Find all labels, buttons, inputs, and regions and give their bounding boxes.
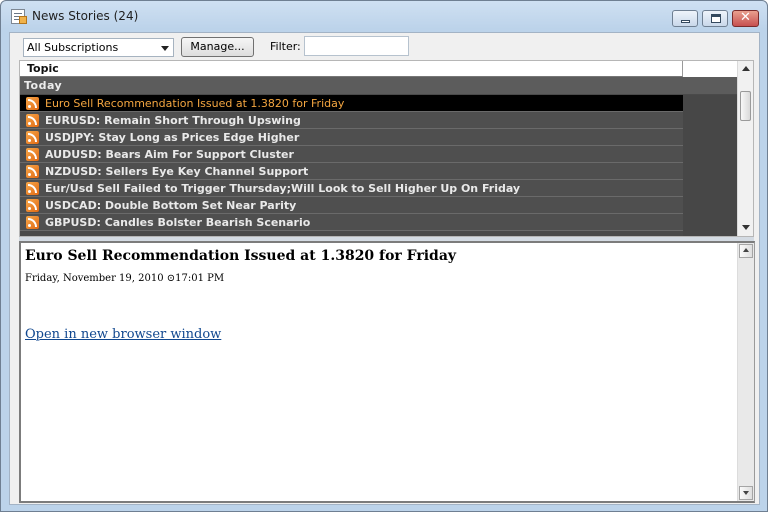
scroll-up-icon[interactable] bbox=[742, 66, 750, 71]
list-item-label: AUDUSD: Bears Aim For Support Cluster bbox=[45, 148, 294, 161]
news-stories-window: News Stories (24) ✕ All Subscriptions Ma… bbox=[0, 0, 768, 512]
list-item[interactable]: Euro Sell Recommendation Issued at 1.382… bbox=[20, 95, 683, 112]
list-item[interactable]: NZDUSD: Sellers Eye Key Channel Support bbox=[20, 163, 683, 180]
list-item-label: NZDUSD: Sellers Eye Key Channel Support bbox=[45, 165, 309, 178]
manage-button[interactable]: Manage... bbox=[181, 37, 254, 57]
list-scrollbar[interactable] bbox=[737, 61, 753, 236]
filter-input[interactable] bbox=[304, 36, 409, 56]
rss-icon bbox=[26, 182, 39, 195]
close-button[interactable]: ✕ bbox=[732, 10, 759, 27]
scroll-up-icon[interactable] bbox=[739, 244, 753, 258]
toolbar: All Subscriptions Manage... Filter: bbox=[10, 33, 759, 61]
title-bar[interactable]: News Stories (24) ✕ bbox=[1, 1, 767, 31]
filter-label: Filter: bbox=[270, 40, 301, 53]
column-header-blank bbox=[683, 61, 737, 77]
news-rows: Euro Sell Recommendation Issued at 1.382… bbox=[20, 95, 683, 231]
list-item-label: GBPUSD: Candles Bolster Bearish Scenario bbox=[45, 216, 311, 229]
maximize-button[interactable] bbox=[702, 10, 728, 27]
story-date: Friday, November 19, 2010 ⊙17:01 PM bbox=[25, 273, 225, 284]
list-item-label: Eur/Usd Sell Failed to Trigger Thursday;… bbox=[45, 182, 521, 195]
list-item-label: USDCAD: Double Bottom Set Near Parity bbox=[45, 199, 297, 212]
open-in-browser-link[interactable]: Open in new browser window bbox=[25, 327, 221, 342]
list-extra-column bbox=[683, 95, 737, 236]
rss-icon bbox=[26, 199, 39, 212]
list-item-label: EURUSD: Remain Short Through Upswing bbox=[45, 114, 301, 127]
rss-icon bbox=[26, 97, 39, 110]
minimize-button[interactable] bbox=[672, 10, 698, 27]
news-list: Topic Today Euro Sell Recommendation Iss… bbox=[19, 60, 754, 237]
list-item[interactable]: GBPUSD: Candles Bolster Bearish Scenario bbox=[20, 214, 683, 231]
rss-icon bbox=[26, 216, 39, 229]
story-detail-pane: Euro Sell Recommendation Issued at 1.382… bbox=[19, 241, 755, 503]
list-item-label: USDJPY: Stay Long as Prices Edge Higher bbox=[45, 131, 300, 144]
rss-icon bbox=[26, 148, 39, 161]
group-header-today[interactable]: Today bbox=[20, 77, 737, 94]
story-title: Euro Sell Recommendation Issued at 1.382… bbox=[25, 248, 457, 264]
close-icon: ✕ bbox=[740, 10, 751, 25]
window-client-area: All Subscriptions Manage... Filter: Topi… bbox=[9, 32, 760, 505]
list-item[interactable]: AUDUSD: Bears Aim For Support Cluster bbox=[20, 146, 683, 163]
list-item-label: Euro Sell Recommendation Issued at 1.382… bbox=[45, 97, 345, 110]
subscription-select-value: All Subscriptions bbox=[27, 41, 119, 54]
window-title: News Stories (24) bbox=[32, 9, 139, 23]
list-item[interactable]: USDJPY: Stay Long as Prices Edge Higher bbox=[20, 129, 683, 146]
column-header-topic[interactable]: Topic bbox=[20, 61, 683, 77]
rss-icon bbox=[26, 165, 39, 178]
rss-icon bbox=[26, 131, 39, 144]
chevron-down-icon bbox=[161, 46, 169, 51]
detail-scrollbar[interactable] bbox=[737, 243, 754, 501]
subscription-select[interactable]: All Subscriptions bbox=[23, 38, 174, 57]
scroll-down-icon[interactable] bbox=[739, 486, 753, 500]
list-item[interactable]: EURUSD: Remain Short Through Upswing bbox=[20, 112, 683, 129]
scrollbar-thumb[interactable] bbox=[740, 91, 751, 121]
list-item[interactable]: Eur/Usd Sell Failed to Trigger Thursday;… bbox=[20, 180, 683, 197]
list-item[interactable]: USDCAD: Double Bottom Set Near Parity bbox=[20, 197, 683, 214]
news-document-icon bbox=[11, 9, 27, 24]
rss-icon bbox=[26, 114, 39, 127]
scroll-down-icon[interactable] bbox=[742, 225, 750, 230]
